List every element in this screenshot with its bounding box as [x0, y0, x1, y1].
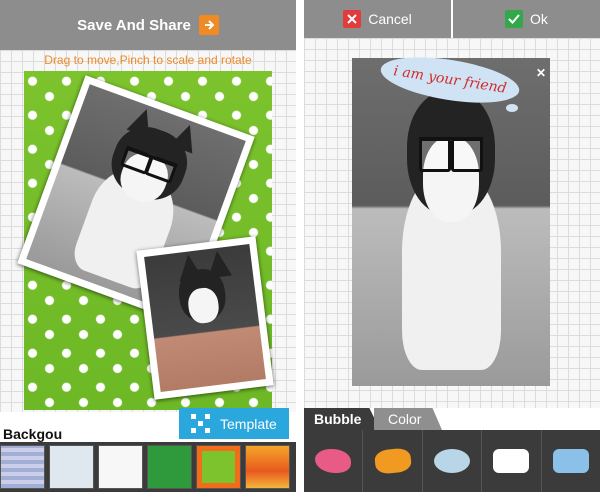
ok-label: Ok: [530, 11, 548, 27]
bubble-style-blue[interactable]: [540, 430, 600, 492]
save-and-share-button[interactable]: Save And Share: [0, 0, 296, 50]
bubble-style-cloud[interactable]: [421, 430, 481, 492]
check-icon: [505, 10, 524, 28]
cancel-label: Cancel: [368, 11, 412, 27]
tab-background[interactable]: Backgou: [0, 424, 70, 442]
left-screen: Save And Share Drag to move,Pinch to sca…: [0, 0, 296, 492]
pink-bubble-icon: [315, 449, 352, 473]
speech-bubble-tail: [506, 104, 518, 112]
x-icon: [343, 10, 362, 28]
puppy-image: [144, 244, 266, 392]
photo-husky-puppy[interactable]: [136, 236, 274, 400]
background-thumb-green-forest[interactable]: [147, 445, 192, 489]
background-thumbnail-strip: [0, 442, 296, 492]
background-thumb-orange-waves[interactable]: [245, 445, 290, 489]
tab-color-label: Color: [388, 411, 422, 427]
blue-bubble-icon: [552, 449, 589, 473]
cancel-button[interactable]: Cancel: [304, 0, 451, 38]
template-button[interactable]: Template: [179, 408, 289, 439]
background-thumb-umbrella-selected[interactable]: [196, 445, 241, 489]
right-screen: Cancel Ok i am your friend ✕ Bubble Colo…: [304, 0, 600, 492]
tab-color[interactable]: Color: [374, 408, 442, 430]
husky-photo-editing[interactable]: [352, 58, 550, 386]
tab-bubble-label: Bubble: [314, 411, 362, 427]
bubble-style-pink[interactable]: [304, 430, 362, 492]
glasses-sticker[interactable]: [419, 136, 484, 172]
gesture-hint: Drag to move,Pinch to scale and rotate: [44, 53, 252, 67]
close-icon[interactable]: ✕: [534, 66, 548, 80]
background-thumb-snowman[interactable]: [49, 445, 94, 489]
tab-bubble[interactable]: Bubble: [304, 408, 380, 430]
bubble-style-white[interactable]: [481, 430, 540, 492]
white-bubble-icon: [493, 449, 530, 473]
bubble-tabs: Bubble Color: [304, 408, 600, 430]
right-arrow-icon: [198, 15, 219, 35]
cloud-bubble-icon: [434, 449, 471, 473]
save-and-share-label: Save And Share: [77, 16, 191, 34]
bubble-style-strip: [304, 430, 600, 492]
orange-bubble-icon: [373, 447, 412, 475]
ok-button[interactable]: Ok: [451, 0, 600, 38]
template-label: Template: [220, 415, 277, 432]
background-thumb-green-frame[interactable]: [98, 445, 143, 489]
bubble-style-orange[interactable]: [362, 430, 421, 492]
tab-background-label: Backgou: [3, 426, 63, 442]
background-thumb-pattern-blue[interactable]: [0, 445, 45, 489]
grid-dots-icon: [191, 414, 210, 433]
confirm-toolbar: Cancel Ok: [304, 0, 600, 38]
panel-divider: [296, 0, 304, 492]
